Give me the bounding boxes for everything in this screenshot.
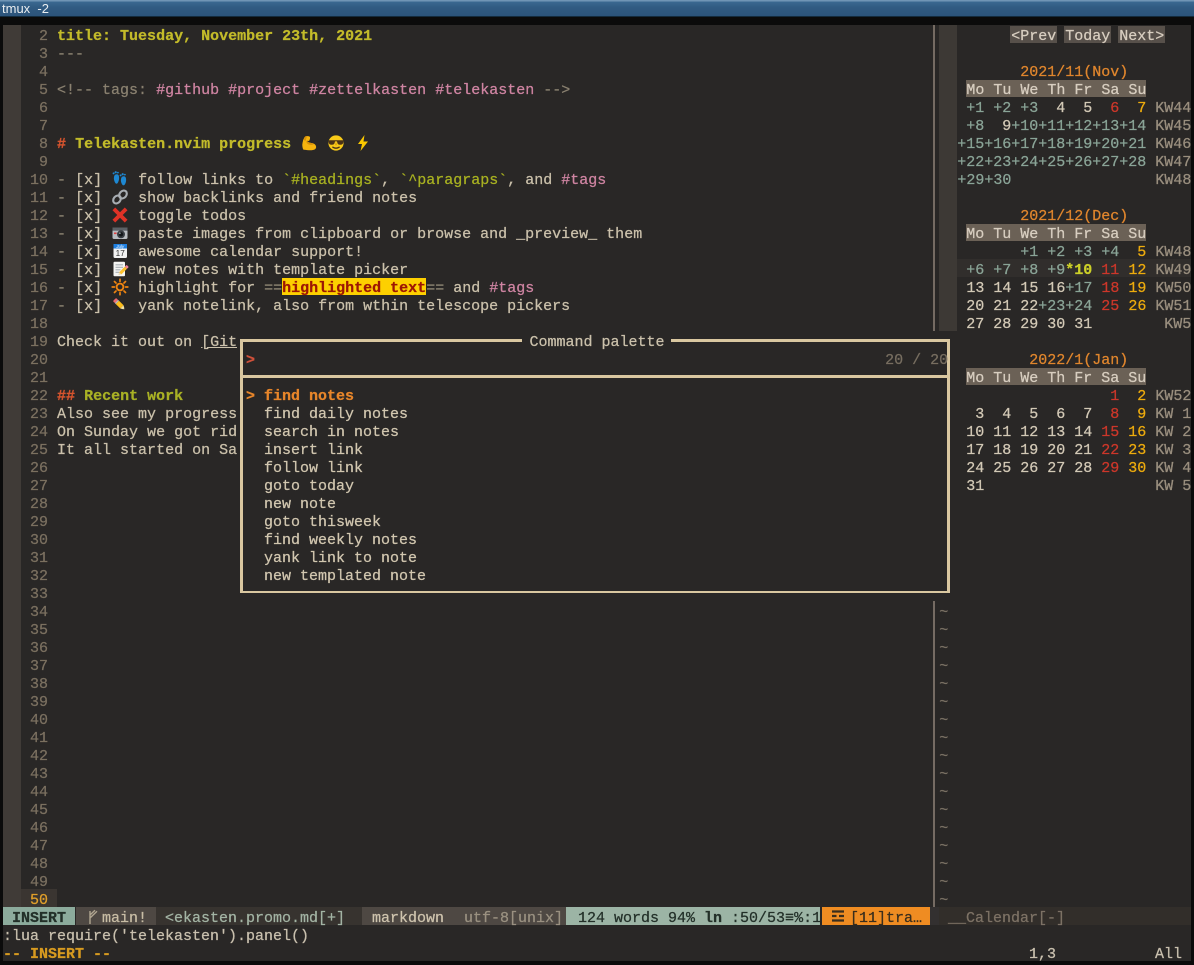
svg-text:17: 17 [116,249,126,258]
svg-text:July: July [115,244,125,249]
